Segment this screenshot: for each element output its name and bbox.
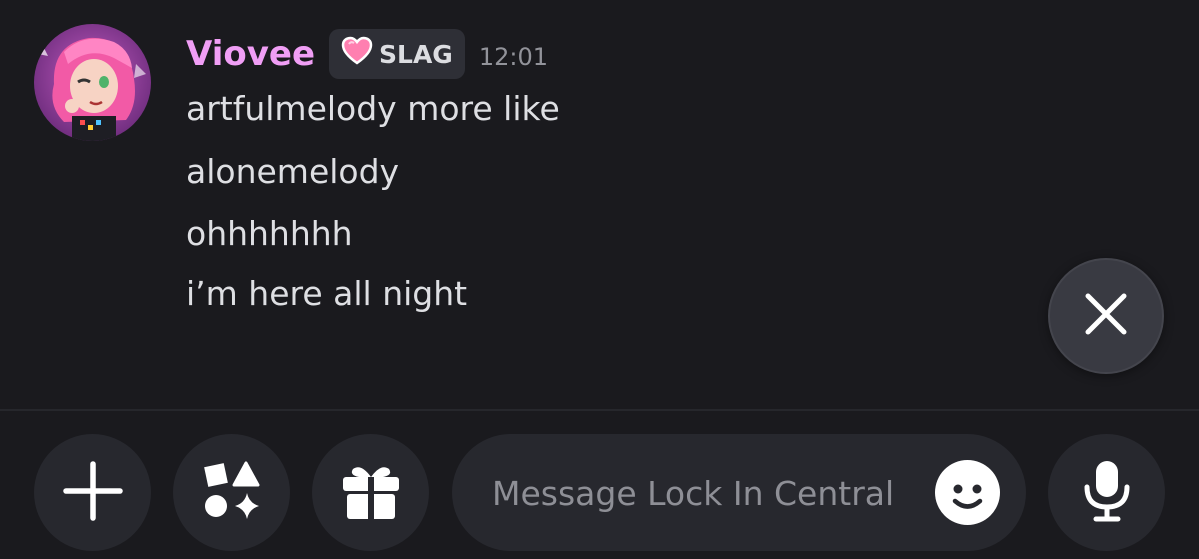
chat-message: Viovee SLAG 12:01 artfulmelody more like… xyxy=(0,0,1199,410)
composer-divider xyxy=(0,409,1199,411)
voice-message-button[interactable] xyxy=(1048,434,1165,551)
add-attachment-button[interactable] xyxy=(34,434,151,551)
message-line: alonemelody xyxy=(186,152,400,191)
apps-icon xyxy=(200,459,264,527)
emoji-button[interactable] xyxy=(935,460,1000,525)
message-line: i’m here all night xyxy=(186,274,468,313)
plus-icon xyxy=(62,460,124,526)
message-header: Viovee SLAG 12:01 xyxy=(186,28,548,80)
close-icon xyxy=(1082,290,1130,342)
apps-button[interactable] xyxy=(173,434,290,551)
close-button[interactable] xyxy=(1048,258,1164,374)
server-tag-label: SLAG xyxy=(379,39,453,69)
avatar[interactable] xyxy=(34,24,151,141)
message-line: artfulmelody more like xyxy=(186,89,560,128)
message-composer xyxy=(452,434,1026,553)
pink-heart-icon xyxy=(341,36,373,72)
message-line: ohhhhhhh xyxy=(186,214,353,253)
gift-icon xyxy=(339,459,403,527)
gift-button[interactable] xyxy=(312,434,429,551)
server-tag[interactable]: SLAG xyxy=(329,29,465,79)
microphone-icon xyxy=(1080,459,1134,527)
timestamp: 12:01 xyxy=(478,43,548,71)
smile-icon xyxy=(935,484,1000,529)
message-input[interactable] xyxy=(490,434,934,553)
username[interactable]: Viovee xyxy=(186,34,315,74)
